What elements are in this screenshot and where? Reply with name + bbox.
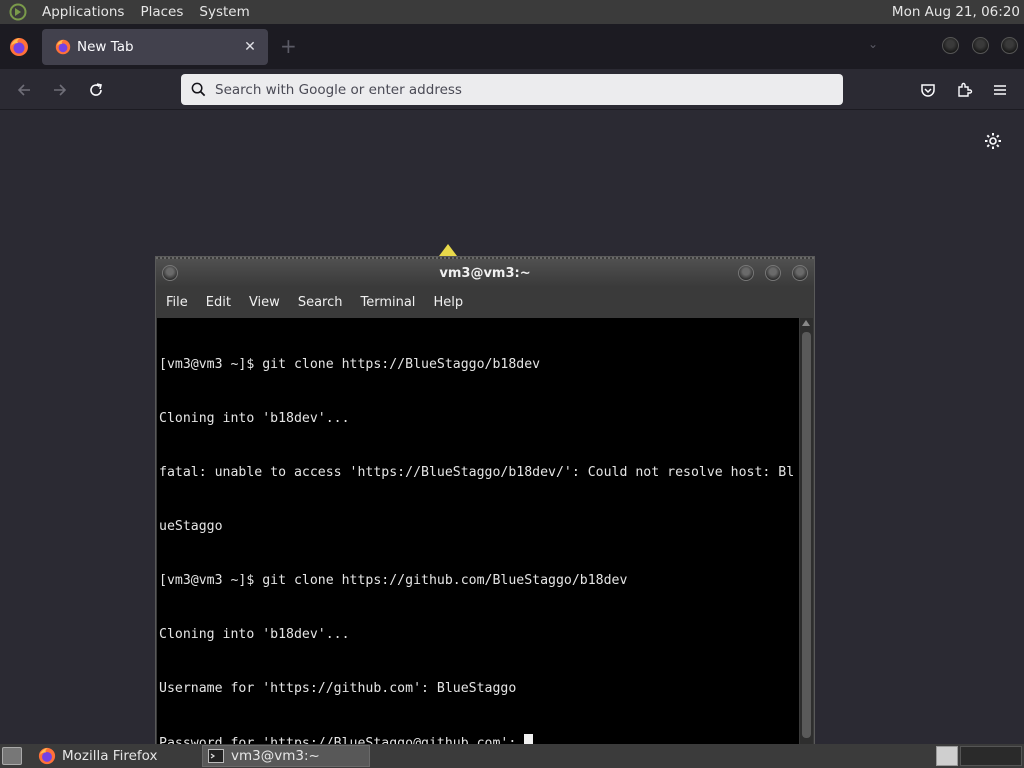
- taskbar-item-label: Mozilla Firefox: [62, 748, 158, 764]
- close-tab-icon[interactable]: ✕: [240, 37, 260, 57]
- places-menu[interactable]: Places: [132, 4, 191, 20]
- close-window-button[interactable]: [1001, 37, 1018, 54]
- workspace-1[interactable]: [936, 746, 958, 766]
- new-tab-plus-icon[interactable]: +: [280, 36, 297, 56]
- terminal-line: Cloning into 'b18dev'...: [159, 411, 350, 426]
- workspace-2[interactable]: [960, 746, 1022, 766]
- menu-help[interactable]: Help: [424, 295, 472, 310]
- close-terminal-button[interactable]: [792, 265, 808, 281]
- navigation-bar: [0, 69, 1024, 110]
- taskbar-item-label: vm3@vm3:~: [231, 748, 320, 764]
- distro-logo-icon[interactable]: [7, 1, 29, 23]
- scrollbar-thumb[interactable]: [802, 332, 811, 738]
- terminal-screen[interactable]: [vm3@vm3 ~]$ git clone https://BlueStagg…: [157, 318, 799, 746]
- firefox-icon: [55, 39, 71, 55]
- search-icon: [191, 82, 206, 97]
- top-panel: Applications Places System Mon Aug 21, 0…: [0, 0, 1024, 24]
- minimize-terminal-button[interactable]: [738, 265, 754, 281]
- back-arrow-icon[interactable]: [11, 77, 37, 103]
- tab-new-tab[interactable]: New Tab ✕: [42, 29, 268, 65]
- clock[interactable]: Mon Aug 21, 06:20: [892, 4, 1020, 20]
- menu-edit[interactable]: Edit: [197, 295, 240, 310]
- minimize-window-button[interactable]: [942, 37, 959, 54]
- terminal-line: fatal: unable to access 'https://BlueSta…: [159, 465, 795, 480]
- chevron-down-icon[interactable]: ⌄: [868, 37, 878, 51]
- reload-icon[interactable]: [83, 77, 109, 103]
- menu-file[interactable]: File: [156, 295, 197, 310]
- terminal-title: vm3@vm3:~: [439, 266, 531, 281]
- menu-view[interactable]: View: [240, 295, 289, 310]
- scroll-up-arrow-icon[interactable]: [802, 320, 810, 326]
- terminal-menubar: File Edit View Search Terminal Help: [156, 287, 814, 317]
- terminal-icon: [207, 747, 225, 765]
- gear-icon[interactable]: [983, 131, 1003, 151]
- taskbar-item-terminal[interactable]: vm3@vm3:~: [202, 745, 370, 767]
- taskbar-item-firefox[interactable]: Mozilla Firefox: [34, 745, 198, 767]
- terminal-line: Cloning into 'b18dev'...: [159, 627, 350, 642]
- terminal-line: [vm3@vm3 ~]$ git clone https://github.co…: [159, 573, 628, 588]
- menu-terminal[interactable]: Terminal: [351, 295, 424, 310]
- system-menu[interactable]: System: [191, 4, 257, 20]
- pointer-marker-icon: [439, 244, 457, 256]
- firefox-view-icon[interactable]: [9, 37, 29, 57]
- extensions-icon[interactable]: [951, 77, 977, 103]
- terminal-line: ueStaggo: [159, 519, 223, 534]
- terminal-scrollbar[interactable]: [800, 318, 813, 746]
- forward-arrow-icon[interactable]: [47, 77, 73, 103]
- terminal-line: Username for 'https://github.com': BlueS…: [159, 681, 517, 696]
- hamburger-menu-icon[interactable]: [987, 77, 1013, 103]
- terminal-titlebar[interactable]: vm3@vm3:~: [156, 257, 814, 287]
- bottom-taskbar: Mozilla Firefox vm3@vm3:~: [0, 744, 1024, 768]
- maximize-terminal-button[interactable]: [765, 265, 781, 281]
- pocket-icon[interactable]: [915, 77, 941, 103]
- menu-search[interactable]: Search: [289, 295, 352, 310]
- firefox-icon: [38, 747, 56, 765]
- terminal-line: [vm3@vm3 ~]$ git clone https://BlueStagg…: [159, 357, 541, 372]
- show-desktop-icon[interactable]: [2, 747, 22, 765]
- tab-title: New Tab: [77, 39, 134, 55]
- maximize-window-button[interactable]: [972, 37, 989, 54]
- address-bar[interactable]: [181, 74, 843, 105]
- tab-strip: New Tab ✕ + ⌄: [0, 24, 1024, 69]
- applications-menu[interactable]: Applications: [34, 4, 132, 20]
- address-input[interactable]: [215, 81, 815, 98]
- terminal-window: vm3@vm3:~ File Edit View Search Terminal…: [155, 256, 815, 746]
